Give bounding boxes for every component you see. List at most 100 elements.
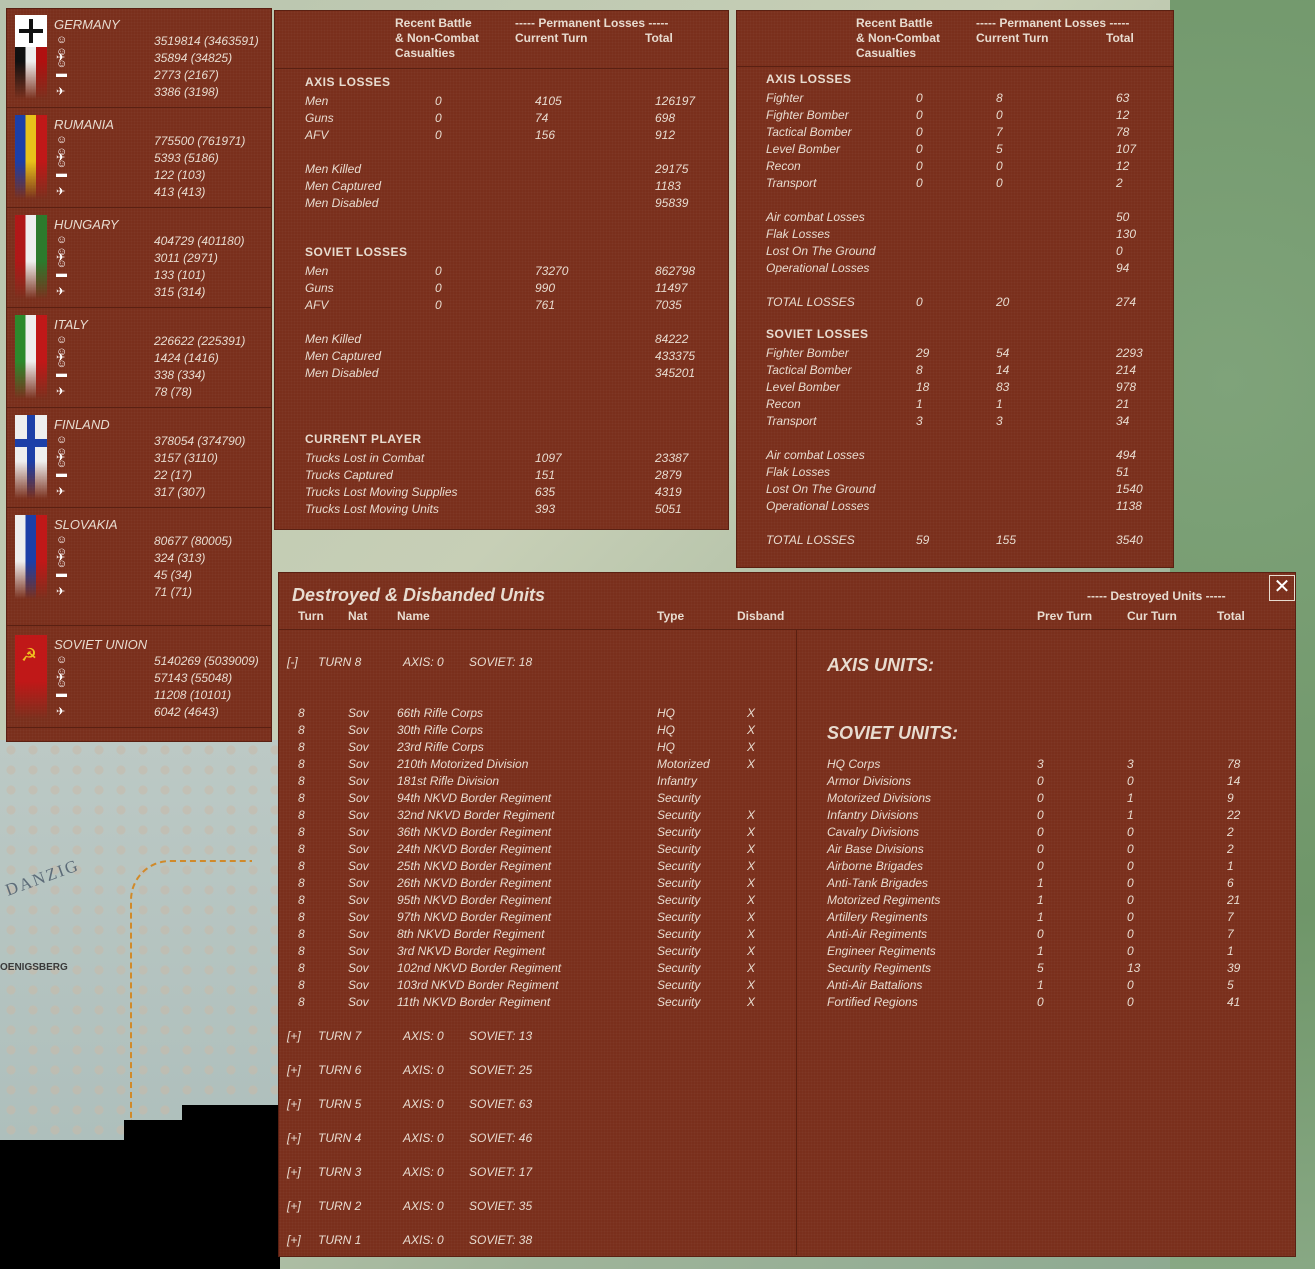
soviet-air-loss-row: Transport <box>766 414 817 428</box>
unit-summary-row: 14 <box>1227 774 1241 788</box>
unit-row: Sov <box>348 876 369 890</box>
unit-row: 23rd Rifle Corps <box>397 740 484 754</box>
unit-row: 97th NKVD Border Regiment <box>397 910 552 924</box>
unit-summary-row: Motorized Divisions <box>827 791 932 805</box>
unit-summary-row: 3 <box>1037 757 1044 771</box>
truck-loss-total: 5051 <box>655 502 682 516</box>
unit-row: 8 <box>298 723 305 737</box>
infantry-icon: ☺☺☺ <box>56 434 68 470</box>
nation-entry: RUMANIA ☺☺☺ 775500 (761971) ✈ 5393 (5186) ▬ 12… <box>7 109 271 208</box>
axis-casualty-value: 1183 <box>655 179 681 193</box>
axis-air-loss-row: Fighter Bomber <box>766 108 849 122</box>
unit-row: X <box>747 842 756 856</box>
soviet-air-loss-row: 18 <box>916 380 930 394</box>
unit-row: Sov <box>348 910 369 924</box>
unit-row: Sov <box>348 944 369 958</box>
unit-summary-row: 9 <box>1227 791 1234 805</box>
turn-group-header[interactable]: [+] <box>287 1063 301 1077</box>
turn-group-header[interactable]: [+] <box>287 1165 301 1179</box>
unit-row: X <box>747 825 756 839</box>
header-divider <box>737 66 1173 67</box>
nation-entry: ☭ SOVIET UNION ☺☺☺ 5140269 (5039009) ✈ 57143 … <box>7 629 271 728</box>
column-header[interactable]: Cur Turn <box>1127 609 1177 623</box>
nation-name: FINLAND <box>54 417 110 432</box>
turn-group-header: SOVIET: 25 <box>469 1063 533 1077</box>
unit-summary-row: 1 <box>1227 859 1234 873</box>
nation-flag-icon <box>15 215 47 299</box>
column-header[interactable]: Total <box>1217 609 1245 623</box>
turn-group-header: AXIS: 0 <box>403 1131 444 1145</box>
unit-row: Sov <box>348 791 369 805</box>
soviet-air-loss-label: Flak Losses <box>766 465 831 479</box>
unit-summary-row: 0 <box>1127 893 1134 907</box>
unit-row: X <box>747 893 756 907</box>
unit-row: 8 <box>298 961 305 975</box>
unit-row: Security <box>657 808 701 822</box>
map-border-line <box>130 860 252 1122</box>
column-header-current-turn: Current Turn <box>515 31 588 45</box>
turn-group-header[interactable]: [+] <box>287 1233 301 1247</box>
column-header-permanent: ----- Permanent Losses ----- <box>515 16 669 30</box>
aircraft-icon: ✈ <box>56 286 66 298</box>
unit-summary-row: 13 <box>1127 961 1141 975</box>
axis-air-loss-row: Level Bomber <box>766 142 841 156</box>
nation-stat-value: 317 (307) <box>154 485 206 499</box>
aircraft-icon: ✈ <box>56 706 66 718</box>
unit-row: X <box>747 995 756 1009</box>
column-header[interactable]: Type <box>657 609 684 623</box>
unit-row: Security <box>657 825 701 839</box>
soviet-loss-row: 73270 <box>535 264 569 278</box>
unit-row: 24th NKVD Border Regiment <box>397 842 552 856</box>
nation-name: HUNGARY <box>54 217 119 232</box>
column-header[interactable]: Nat <box>348 609 367 623</box>
axis-air-loss-value: 130 <box>1116 227 1137 241</box>
axis-air-loss-row: 12 <box>1116 159 1130 173</box>
close-button[interactable]: ✕ <box>1269 575 1295 601</box>
column-header[interactable]: Name <box>397 609 430 623</box>
unit-summary-row: 1 <box>1037 944 1044 958</box>
unit-summary-row: 7 <box>1227 910 1234 924</box>
nation-stat-value: 133 (101) <box>154 268 206 282</box>
unit-summary-row: 39 <box>1227 961 1241 975</box>
axis-air-loss-row: 12 <box>1116 108 1130 122</box>
soviet-loss-row: 862798 <box>655 264 696 278</box>
column-header[interactable]: Disband <box>737 609 784 623</box>
turn-group-header: TURN 4 <box>318 1131 362 1145</box>
artillery-icon: ✈ <box>56 672 66 684</box>
axis-loss-row: 0 <box>435 111 442 125</box>
turn-group-header: TURN 5 <box>318 1097 362 1111</box>
artillery-icon: ✈ <box>56 52 66 64</box>
unit-row: Sov <box>348 978 369 992</box>
turn-group-header[interactable]: [+] <box>287 1029 301 1043</box>
column-header[interactable]: Turn <box>298 609 324 623</box>
turn-group-header[interactable]: [+] <box>287 1199 301 1213</box>
unit-summary-row: 0 <box>1127 859 1134 873</box>
turn-group-header[interactable]: [+] <box>287 1097 301 1111</box>
aircraft-icon: ✈ <box>56 186 66 198</box>
unit-summary-row: Airborne Brigades <box>827 859 924 873</box>
infantry-icon: ☺☺☺ <box>56 134 68 170</box>
unit-summary-row: 41 <box>1227 995 1241 1009</box>
turn-group-header[interactable]: [+] <box>287 1131 301 1145</box>
nation-stat-value: 35894 (34825) <box>154 51 233 65</box>
header-divider <box>279 629 1295 630</box>
turn-group-header[interactable]: [-] <box>287 655 298 669</box>
axis-air-loss-row: 0 <box>916 142 923 156</box>
nation-entry: HUNGARY ☺☺☺ 404729 (401180) ✈ 3011 (2971) ▬ 13… <box>7 209 271 308</box>
axis-total-losses: 0 <box>916 295 923 309</box>
unit-summary-row: Security Regiments <box>827 961 932 975</box>
soviet-air-loss-row: 14 <box>996 363 1010 377</box>
unit-row: 8 <box>298 995 305 1009</box>
nation-stat-value: 22 (17) <box>154 468 193 482</box>
axis-air-loss-label: Lost On The Ground <box>766 244 876 258</box>
tank-icon: ▬ <box>56 368 67 380</box>
unit-summary-row: 0 <box>1037 927 1044 941</box>
turn-group-header: SOVIET: 17 <box>469 1165 533 1179</box>
nation-name: SLOVAKIA <box>54 517 118 532</box>
unit-row: Motorized <box>657 757 710 771</box>
unit-row: Sov <box>348 927 369 941</box>
column-header[interactable]: Prev Turn <box>1037 609 1092 623</box>
nation-stat-value: 3157 (3110) <box>154 451 218 465</box>
turn-group-header: TURN 2 <box>318 1199 362 1213</box>
air-losses-panel: Recent Battle & Non-Combat Casualties -----… <box>736 10 1174 568</box>
